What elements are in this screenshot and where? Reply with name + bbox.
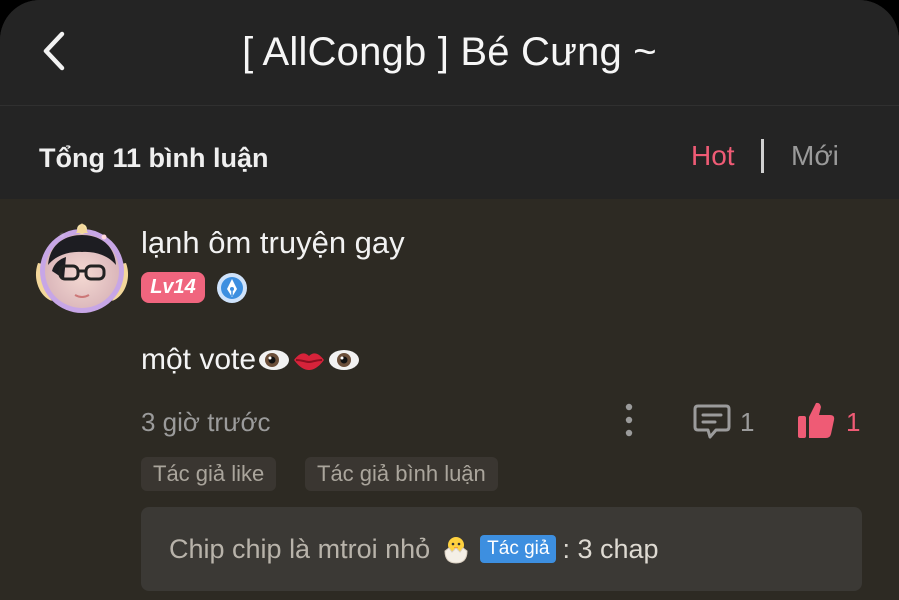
reply-count: 1 [740,407,755,437]
thumbs-up-icon [798,402,835,438]
reply-line: Chip chip là mtroi nhỏ Tác giả : 3 chap [169,533,659,565]
comment-text: một vote [141,343,257,376]
lips-icon [294,353,325,370]
like-count: 1 [846,407,861,437]
level-badge: Lv14 [141,272,205,303]
hatching-chick-icon [444,537,468,564]
more-vertical-icon [625,403,633,437]
avatar[interactable] [32,219,132,319]
author-reply-preview[interactable]: Chip chip là mtroi nhỏ Tác giả : 3 chap [141,507,862,591]
comment-username[interactable]: lạnh ôm truyện gay [141,225,405,261]
verified-badge [216,272,248,304]
comment-item: lạnh ôm truyện gay Lv14 một vote 3 giờ t… [0,199,899,600]
author-badge: Tác giả [480,535,557,563]
eye-icon [329,350,360,370]
more-options-button[interactable] [616,400,642,440]
like-button[interactable] [796,399,836,441]
reply-button[interactable] [692,401,732,441]
comment-summary-bar: Tổng 11 bình luận Hot Mới [0,107,899,199]
sort-hot-tab[interactable]: Hot [691,140,735,172]
comment-body: một vote [141,343,360,377]
avatar-frame-icon [35,223,129,313]
sort-new-tab[interactable]: Mới [791,140,839,172]
page-title: [ AllCongb ] Bé Cưng ~ [242,30,657,74]
comment-timestamp: 3 giờ trước [141,407,271,437]
eye-icon [259,350,290,370]
author-replied-tag: Tác giả bình luận [305,457,498,491]
sort-divider [761,139,764,173]
reply-author-name: Chip chip là mtroi nhỏ [169,533,431,564]
comment-icon [693,404,731,439]
top-bar: [ AllCongb ] Bé Cưng ~ [0,0,899,106]
pen-badge-icon [217,273,247,303]
comment-total: Tổng 11 bình luận [39,143,269,173]
app-frame: [ AllCongb ] Bé Cưng ~ Tổng 11 bình luận… [0,0,899,600]
author-liked-tag: Tác giả like [141,457,277,491]
reply-content: : 3 chap [562,533,659,564]
